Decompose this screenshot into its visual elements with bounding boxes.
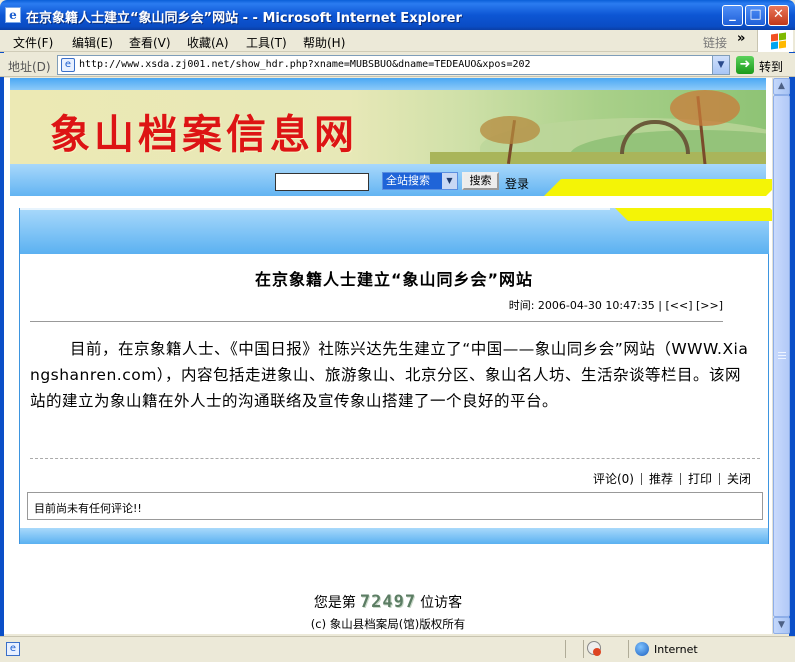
page-icon: e [61,58,75,72]
article-meta[interactable]: 时间: 2006-04-30 10:47:35 | [<<] [>>] [509,297,723,313]
article-title: 在京象籍人士建立“象山同乡会”网站 [254,270,534,289]
search-scope-value: 全站搜索 [386,174,430,187]
links-chevron[interactable]: » [737,31,745,46]
page-status-icon: e [6,642,20,656]
address-bar: 地址(D) e http://www.xsda.zj001.net/show_h… [0,53,795,77]
menu-file[interactable]: 文件(F) [13,34,53,51]
title-divider [30,321,723,322]
comment-link[interactable]: 评论(0) [586,473,641,485]
menu-edit[interactable]: 编辑(E) [72,34,113,51]
menu-favorites[interactable]: 收藏(A) [187,34,229,51]
maximize-icon: □ [749,7,762,22]
article-panel-footer [19,528,769,544]
menu-bar: 文件(F) 编辑(E) 查看(V) 收藏(A) 工具(T) 帮助(H) 链接 » [0,30,795,52]
body-divider [30,458,760,459]
search-scope-select[interactable]: 全站搜索 ▼ [382,172,458,190]
security-zone: Internet [654,643,698,656]
links-toolbar[interactable]: 链接 [703,34,727,51]
visitor-suffix: 位访客 [420,595,463,611]
yellow-accent-stripe [544,179,772,196]
vertical-scrollbar[interactable]: ▲ ▼ [772,78,790,634]
visitor-prefix: 您是第 [313,595,356,611]
visitor-counter: 您是第 72497 位访客 [4,592,772,612]
comments-box: 目前尚未有任何评论!! [27,492,763,520]
search-button[interactable]: 搜索 [462,172,499,190]
minimize-icon: _ [729,7,736,22]
page-viewport: 象山档案信息网 全站搜索 ▼ 搜索 登录 在京象籍人士建立“象山同乡会”网站 时… [4,78,772,634]
status-bar: e Internet [0,636,795,662]
visitor-count: 72497 [359,592,417,612]
site-banner: 象山档案信息网 [10,90,766,164]
scroll-down-arrow-icon[interactable]: ▼ [773,617,790,634]
search-bar: 全站搜索 ▼ 搜索 登录 [10,164,772,196]
address-url[interactable]: http://www.xsda.zj001.net/show_hdr.php?x… [79,59,531,70]
menu-tools[interactable]: 工具(T) [246,34,287,51]
go-button[interactable]: 转到 [759,58,783,75]
close-link[interactable]: 关闭 [718,473,758,485]
login-link[interactable]: 登录 [505,175,529,192]
close-button[interactable]: ✕ [768,5,789,26]
yellow-accent-tab [615,208,772,221]
minimize-button[interactable]: _ [722,5,743,26]
close-icon: ✕ [773,7,784,22]
ie-icon: e [5,7,21,23]
maximize-button[interactable]: □ [745,5,766,26]
article-panel: 在京象籍人士建立“象山同乡会”网站 时间: 2006-04-30 10:47:3… [19,254,769,542]
recommend-link[interactable]: 推荐 [640,473,680,485]
address-label: 地址(D) [8,60,51,74]
site-logo-text[interactable]: 象山档案信息网 [50,102,358,160]
scroll-up-arrow-icon[interactable]: ▲ [773,78,790,95]
copyright: (c) 象山县档案局(馆)版权所有 [310,617,466,631]
search-input[interactable] [275,173,369,191]
scroll-thumb[interactable] [773,95,790,617]
globe-icon [635,642,649,656]
go-arrow-icon[interactable]: ➜ [736,56,754,74]
no-comments-text: 目前尚未有任何评论!! [34,502,142,515]
article-actions: 评论(0) 推荐 打印 关闭 [586,472,758,486]
window-title: 在京象籍人士建立“象山同乡会”网站 - - Microsoft Internet… [26,11,462,26]
article-panel-header [19,208,772,254]
address-field[interactable]: e http://www.xsda.zj001.net/show_hdr.php… [57,55,730,75]
menu-view[interactable]: 查看(V) [129,34,171,51]
privacy-icon[interactable] [587,641,601,656]
menu-help[interactable]: 帮助(H) [303,34,345,51]
title-bar: e 在京象籍人士建立“象山同乡会”网站 - - Microsoft Intern… [0,0,795,30]
chevron-down-icon: ▼ [442,173,457,189]
print-link[interactable]: 打印 [679,473,719,485]
dropdown-arrow-icon[interactable]: ▼ [712,56,729,74]
header-strip [10,78,766,90]
article-body: 目前，在京象籍人士、《中国日报》社陈兴达先生建立了“中国——象山同乡会”网站（W… [30,340,749,410]
windows-logo-icon [757,30,793,52]
